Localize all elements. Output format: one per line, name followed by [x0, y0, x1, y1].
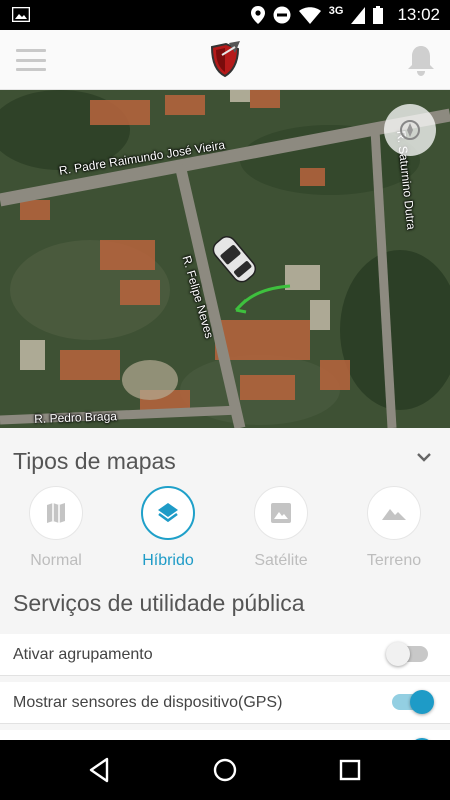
- terrain-icon: [382, 509, 406, 520]
- map-type-terrain[interactable]: Terreno: [338, 486, 450, 576]
- chevron-down-icon[interactable]: [416, 450, 432, 464]
- hamburger-menu-icon[interactable]: [14, 46, 48, 74]
- location-icon: [250, 6, 265, 24]
- map-view[interactable]: R. Padre Raimundo José Vieira R. Saturni…: [0, 90, 450, 428]
- setting-label: Ativar agrupamento: [13, 646, 153, 663]
- network-type: 3G: [328, 5, 344, 17]
- layers-icon: [158, 503, 178, 523]
- map-type-circle: [254, 486, 308, 540]
- map-type-circle: [367, 486, 421, 540]
- setting-row-gps-sensors[interactable]: Mostrar sensores de dispositivo(GPS): [0, 682, 450, 724]
- battery-icon: [373, 6, 384, 24]
- map-type-hybrid[interactable]: Híbrido: [112, 486, 224, 576]
- satellite-imagery: [0, 90, 450, 428]
- gps-sensors-toggle[interactable]: [392, 690, 434, 714]
- map-types-title: Tipos de mapas: [13, 448, 176, 474]
- back-icon[interactable]: [85, 755, 115, 785]
- map-type-circle: [141, 486, 195, 540]
- map-type-selector: Normal Híbrido Satélite Terreno: [0, 486, 450, 576]
- map-type-satellite[interactable]: Satélite: [225, 486, 337, 576]
- recents-icon[interactable]: [335, 755, 365, 785]
- map-type-normal[interactable]: Normal: [0, 486, 112, 576]
- map-settings-panel: Tipos de mapas Normal Híbrido Satélite T…: [0, 428, 450, 740]
- map-type-label: Normal: [30, 552, 82, 569]
- image-icon: [271, 503, 291, 523]
- app-bar: [0, 30, 450, 90]
- image-icon: [12, 7, 30, 22]
- services-title: Serviços de utilidade pública: [13, 590, 305, 616]
- status-bar: 3G 13:02: [0, 0, 450, 30]
- shield-logo: [210, 41, 240, 78]
- map-type-label: Terreno: [366, 552, 422, 569]
- clock: 13:02: [397, 5, 440, 24]
- map-type-label: Híbrido: [142, 552, 194, 569]
- do-not-disturb-icon: [273, 6, 291, 24]
- clustering-toggle[interactable]: [386, 642, 428, 666]
- map-type-circle: [29, 486, 83, 540]
- signal-icon: [351, 6, 366, 24]
- wifi-icon: [298, 6, 321, 24]
- navigation-bar: [0, 740, 450, 800]
- home-icon[interactable]: [210, 755, 240, 785]
- setting-row-partial: [0, 730, 450, 740]
- setting-label: Mostrar sensores de dispositivo(GPS): [13, 694, 283, 711]
- compass-icon[interactable]: [384, 104, 436, 156]
- map-icon: [47, 503, 65, 523]
- bell-icon[interactable]: [406, 44, 436, 76]
- street-label: R. Pedro Braga: [34, 409, 118, 426]
- map-type-label: Satélite: [254, 552, 308, 569]
- setting-row-clustering[interactable]: Ativar agrupamento: [0, 634, 450, 676]
